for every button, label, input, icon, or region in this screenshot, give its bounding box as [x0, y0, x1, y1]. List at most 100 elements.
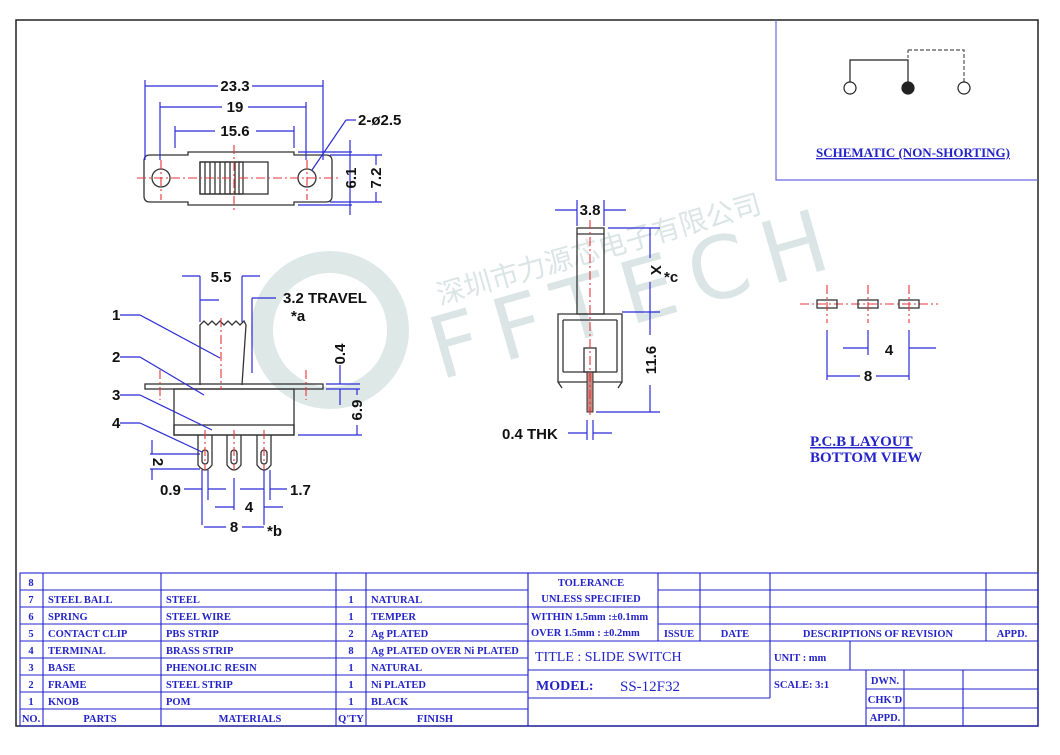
- revision-header: DESCRIPTIONS OF REVISION: [803, 629, 954, 640]
- cell-qty: 1: [348, 612, 353, 623]
- dim-pin-width: 0.9: [160, 482, 181, 499]
- header-no: NO.: [22, 714, 41, 725]
- cell-no: 8: [28, 578, 33, 589]
- model-value: SS-12F32: [620, 679, 680, 695]
- cell-no: 1: [28, 697, 33, 708]
- dim-knob-width: 5.5: [211, 269, 232, 286]
- schematic-alt-path: [908, 49, 965, 82]
- approved-header: APPD.: [997, 629, 1028, 640]
- pcb-subtitle: BOTTOM VIEW: [810, 450, 922, 466]
- base-body: [173, 388, 295, 436]
- table-row: 1 KNOB POM 1 BLACK: [28, 697, 409, 708]
- cell-finish: NATURAL: [371, 595, 422, 606]
- header-finish: FINISH: [417, 714, 453, 725]
- cell-qty: 1: [348, 595, 353, 606]
- cell-part: KNOB: [48, 697, 79, 708]
- cell-part: BASE: [48, 663, 75, 674]
- dim-hole-pitch: 19: [227, 99, 244, 116]
- checked-label: CHK'D: [868, 695, 903, 706]
- cell-finish: Ag PLATED OVER Ni PLATED: [371, 646, 519, 657]
- cell-material: PBS STRIP: [166, 629, 219, 640]
- dim-travel-note: *a: [291, 308, 306, 325]
- table-row: 5 CONTACT CLIP PBS STRIP 2 Ag PLATED: [28, 629, 428, 640]
- callout-3: 3: [112, 387, 120, 404]
- dim-knob-note: *c: [664, 269, 678, 286]
- watermark-logo-icon: [251, 251, 409, 409]
- schematic-common-path: [849, 59, 909, 82]
- cell-finish: TEMPER: [371, 612, 416, 623]
- pcb-dim-pitch: 4: [885, 342, 894, 359]
- cell-no: 7: [28, 595, 33, 606]
- dim-pin-pitch: 4: [245, 499, 254, 516]
- cell-part: CONTACT CLIP: [48, 629, 128, 640]
- drawn-label: DWN.: [871, 676, 900, 687]
- watermark-brand: FFTECH: [418, 187, 854, 400]
- header-qty: Q'TY: [338, 714, 364, 725]
- tolerance-heading: TOLERANCE: [558, 578, 624, 589]
- dim-span-note: *b: [267, 523, 282, 540]
- drawing-title: TITLE : SLIDE SWITCH: [535, 650, 682, 665]
- terminal-open-left-icon: [843, 81, 857, 95]
- tolerance-within: WITHIN 1.5mm :±0.1mm: [531, 612, 648, 623]
- table-row: 3 BASE PHENOLIC RESIN 1 NATURAL: [28, 663, 422, 674]
- scale-label: SCALE: 3:1: [774, 680, 829, 691]
- dim-pin-thickness: 0.4 THK: [502, 426, 558, 443]
- cell-no: 2: [28, 680, 33, 691]
- tolerance-subheading: UNLESS SPECIFIED: [541, 594, 641, 605]
- schematic-panel: SCHEMATIC (NON-SHORTING): [775, 20, 1038, 181]
- table-row: 8: [28, 578, 33, 589]
- callout-4: 4: [112, 415, 121, 432]
- header-parts: PARTS: [83, 714, 116, 725]
- unit-label: UNIT : mm: [774, 653, 827, 664]
- dim-side-knob-width: 3.8: [580, 202, 601, 219]
- cell-part: SPRING: [48, 612, 88, 623]
- schematic-title: SCHEMATIC (NON-SHORTING): [816, 145, 1010, 160]
- cell-qty: 2: [348, 629, 353, 640]
- table-row: 2 FRAME STEEL STRIP 1 Ni PLATED: [28, 680, 426, 691]
- approved-label: APPD.: [870, 713, 901, 724]
- cell-material: PHENOLIC RESIN: [166, 663, 257, 674]
- pcb-layout: 4 8 P.C.B LAYOUT BOTTOM VIEW: [800, 285, 938, 466]
- cell-material: BRASS STRIP: [166, 646, 234, 657]
- cell-no: 6: [28, 612, 33, 623]
- pcb-title: P.C.B LAYOUT: [810, 434, 913, 450]
- cell-part: TERMINAL: [48, 646, 106, 657]
- issue-header: ISSUE: [664, 629, 694, 640]
- date-header: DATE: [721, 629, 749, 640]
- cell-finish: BLACK: [371, 697, 409, 708]
- cell-qty: 1: [348, 697, 353, 708]
- dim-body-height: 6.9: [349, 400, 366, 421]
- cell-no: 5: [28, 629, 33, 640]
- cell-material: STEEL: [166, 595, 200, 606]
- drawing-sheet: 深圳市力源芯电子有限公司 FFTECH 23.3 19 15.6 2-ø2.5 …: [15, 19, 1039, 727]
- terminal-open-right-icon: [957, 81, 971, 95]
- cell-no: 4: [28, 646, 34, 657]
- cell-part: STEEL BALL: [48, 595, 113, 606]
- knob-outline: [199, 319, 247, 386]
- header-materials: MATERIALS: [219, 714, 282, 725]
- cell-finish: Ag PLATED: [371, 629, 429, 640]
- dim-pin-length: 2: [149, 458, 166, 466]
- cell-material: POM: [166, 697, 191, 708]
- cell-qty: 8: [348, 646, 353, 657]
- top-view: 23.3 19 15.6 2-ø2.5 6.1 7.2: [137, 78, 401, 215]
- callout-1: 1: [112, 307, 120, 324]
- parts-table: 8 7 STEEL BALL STEEL 1 NATURAL 6 SPRING STEEL WI…: [19, 572, 529, 727]
- table-row: 4 TERMINAL BRASS STRIP 8 Ag PLATED OVER Ni P…: [28, 646, 519, 657]
- table-row: 7 STEEL BALL STEEL 1 NATURAL: [28, 595, 422, 606]
- cell-finish: Ni PLATED: [371, 680, 426, 691]
- dim-knob-height: X: [647, 265, 664, 275]
- dim-side-height: 11.6: [643, 346, 660, 374]
- cell-finish: NATURAL: [371, 663, 422, 674]
- terminal-common-icon: [901, 81, 915, 95]
- cell-part: FRAME: [48, 680, 87, 691]
- dim-frame-thickness: 0.4: [332, 343, 349, 365]
- dim-inner-height: 6.1: [343, 168, 360, 189]
- callout-2: 2: [112, 349, 120, 366]
- dim-pin-gap: 1.7: [290, 482, 311, 499]
- dim-travel: 3.2 TRAVEL: [283, 290, 367, 307]
- table-row: 6 SPRING STEEL WIRE 1 TEMPER: [28, 612, 416, 623]
- cell-qty: 1: [348, 680, 353, 691]
- title-block: TOLERANCE UNLESS SPECIFIED WITHIN 1.5mm …: [527, 572, 1039, 727]
- cell-no: 3: [28, 663, 33, 674]
